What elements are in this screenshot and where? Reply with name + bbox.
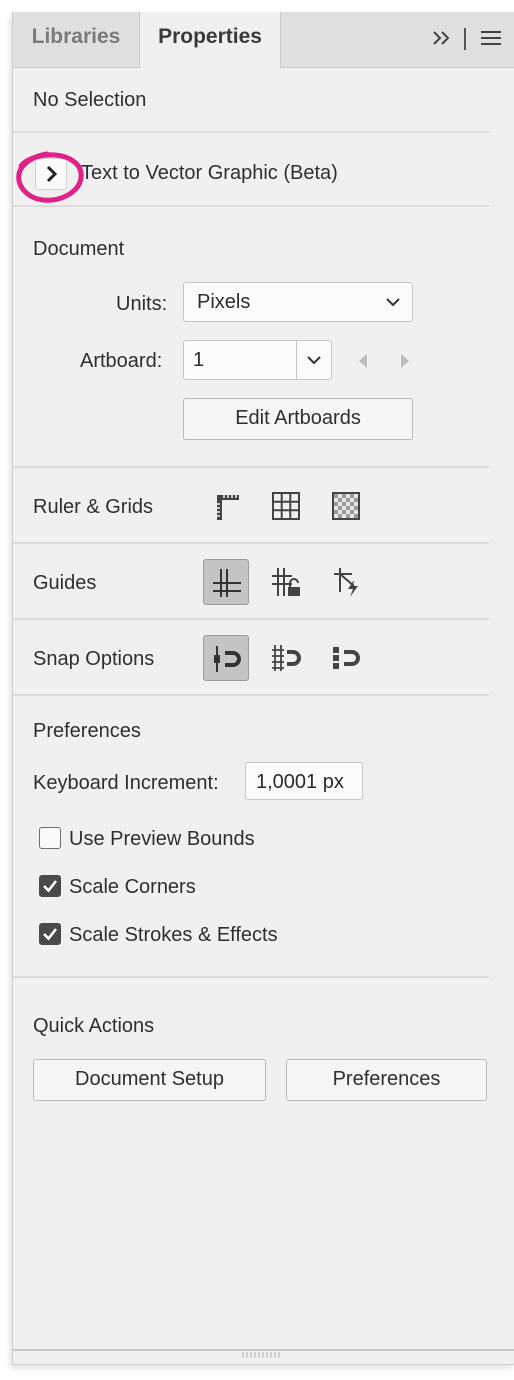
snap-to-grid-icon[interactable] (263, 635, 309, 681)
edit-artboards-button[interactable]: Edit Artboards (183, 398, 413, 440)
scale-strokes-effects-checkbox[interactable] (39, 923, 61, 945)
previous-artboard-icon[interactable] (356, 352, 370, 370)
units-dropdown[interactable]: Pixels (183, 282, 413, 322)
ruler-icon[interactable] (203, 483, 249, 529)
units-label: Units: (116, 293, 168, 315)
units-value: Pixels (197, 291, 251, 313)
double-chevron-right-icon[interactable] (430, 26, 454, 50)
divider (13, 976, 489, 978)
transparency-grid-icon[interactable] (323, 483, 369, 529)
tab-properties[interactable]: Properties (139, 12, 281, 68)
panel-tab-bar: Libraries Properties (13, 12, 514, 68)
checkmark-icon (43, 880, 58, 893)
divider (13, 466, 489, 468)
tab-libraries[interactable]: Libraries (13, 12, 139, 67)
scale-strokes-effects-label[interactable]: Scale Strokes & Effects (69, 924, 278, 947)
guides-icon[interactable] (203, 559, 249, 605)
artboard-value[interactable]: 1 (193, 349, 204, 372)
guides-label: Guides (33, 572, 97, 594)
snap-options-label: Snap Options (33, 648, 155, 670)
smart-guides-icon[interactable] (323, 559, 369, 605)
properties-panel: Libraries Properties No Selection Text t… (12, 12, 514, 1365)
combo-split (296, 341, 297, 379)
lock-guides-icon[interactable] (263, 559, 309, 605)
snap-to-point-icon[interactable] (203, 635, 249, 681)
next-artboard-icon[interactable] (398, 352, 412, 370)
keyboard-increment-value[interactable]: 1,0001 px (256, 771, 344, 794)
tab-bar-separator (464, 28, 466, 50)
use-preview-bounds-checkbox[interactable] (39, 827, 61, 849)
chevron-down-icon (386, 298, 400, 307)
artboard-label: Artboard: (80, 350, 163, 372)
ruler-grids-label: Ruler & Grids (33, 496, 154, 518)
keyboard-increment-label: Keyboard Increment: (33, 772, 219, 794)
scale-corners-label[interactable]: Scale Corners (69, 876, 196, 899)
keyboard-increment-field[interactable]: 1,0001 px (245, 762, 363, 800)
grid-icon[interactable] (263, 483, 309, 529)
divider (13, 694, 489, 696)
text-to-vector-expand-button[interactable] (35, 158, 67, 190)
document-heading: Document (33, 238, 125, 260)
hamburger-menu-icon[interactable] (479, 26, 503, 50)
document-setup-button[interactable]: Document Setup (33, 1059, 266, 1101)
quick-actions-heading: Quick Actions (33, 1015, 155, 1037)
chevron-down-icon[interactable] (305, 351, 323, 369)
divider (13, 618, 489, 620)
scale-corners-checkbox[interactable] (39, 875, 61, 897)
divider (13, 205, 489, 207)
preferences-heading: Preferences (33, 720, 141, 742)
chevron-right-icon (46, 165, 58, 183)
snap-to-pixel-icon[interactable] (323, 635, 369, 681)
selection-status: No Selection (33, 89, 147, 111)
use-preview-bounds-label[interactable]: Use Preview Bounds (69, 828, 255, 851)
divider (13, 542, 489, 544)
text-to-vector-label: Text to Vector Graphic (Beta) (81, 162, 338, 184)
checkmark-icon (43, 928, 58, 941)
panel-resize-handle[interactable] (13, 1346, 514, 1360)
preferences-button[interactable]: Preferences (286, 1059, 487, 1101)
divider (13, 131, 489, 133)
artboard-combo[interactable]: 1 (183, 340, 332, 380)
